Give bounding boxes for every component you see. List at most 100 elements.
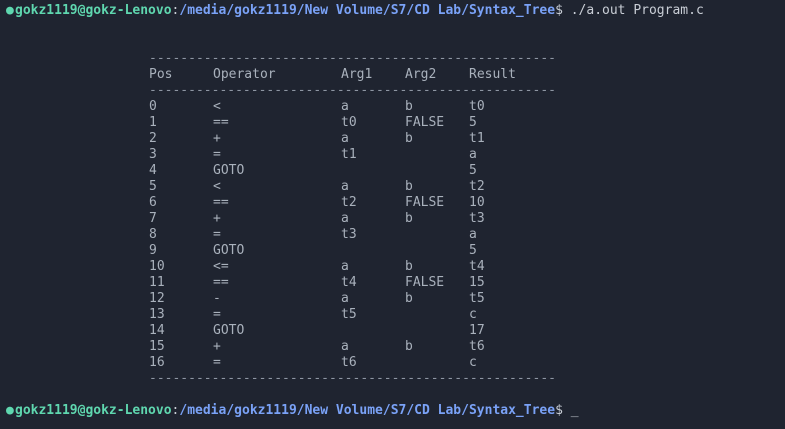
cell-pos: 10	[149, 259, 165, 274]
terminal-window[interactable]: ●gokz1119@gokz-Lenovo:/media/gokz1119/Ne…	[0, 0, 785, 429]
table-row: 9 GOTO 5	[149, 243, 549, 259]
cell-arg2: FALSE	[405, 195, 445, 210]
table-row: 12 - a b t5	[149, 291, 549, 307]
header-operator: Operator	[213, 67, 276, 82]
cell-operator: =	[213, 227, 221, 242]
cell-result: c	[469, 307, 477, 322]
cell-pos: 11	[149, 275, 165, 290]
cell-result: a	[469, 227, 477, 242]
header-arg1: Arg1	[341, 67, 373, 82]
cell-pos: 7	[149, 211, 157, 226]
cell-result: 5	[469, 163, 477, 178]
table-row: 5 < a b t2	[149, 179, 549, 195]
prompt-dollar: $	[555, 403, 563, 418]
cell-operator: ==	[213, 195, 229, 210]
cell-result: c	[469, 355, 477, 370]
prompt-indicator-icon: ●	[6, 3, 14, 18]
cell-result: a	[469, 147, 477, 162]
cell-arg1: t1	[341, 147, 357, 162]
cell-result: t1	[469, 131, 485, 146]
header-arg2: Arg2	[405, 67, 437, 82]
table-row: 2 + a b t1	[149, 131, 549, 147]
cell-pos: 1	[149, 115, 157, 130]
cell-arg1: a	[341, 259, 349, 274]
cell-pos: 14	[149, 323, 165, 338]
cell-pos: 4	[149, 163, 157, 178]
cell-operator: +	[213, 339, 221, 354]
cell-operator: +	[213, 211, 221, 226]
prompt-line-idle: ●gokz1119@gokz-Lenovo:/media/gokz1119/Ne…	[6, 403, 579, 419]
table-rule-top: ----------------------------------------…	[149, 51, 556, 66]
cell-arg2: b	[405, 211, 413, 226]
table-row: 6 == t2 FALSE 10	[149, 195, 549, 211]
table-row: 15 + a b t6	[149, 339, 549, 355]
prompt-path: /media/gokz1119/New Volume/S7/CD Lab/Syn…	[179, 403, 556, 418]
cell-arg2: b	[405, 131, 413, 146]
cell-result: t3	[469, 211, 485, 226]
cell-pos: 8	[149, 227, 157, 242]
cell-result: 5	[469, 115, 477, 130]
terminal-cursor[interactable]: _	[563, 403, 579, 418]
cell-pos: 16	[149, 355, 165, 370]
cell-arg1: t2	[341, 195, 357, 210]
cell-arg2: FALSE	[405, 115, 445, 130]
cell-result: t2	[469, 179, 485, 194]
cell-arg1: t0	[341, 115, 357, 130]
cell-result: t6	[469, 339, 485, 354]
cell-pos: 3	[149, 147, 157, 162]
cell-operator: +	[213, 131, 221, 146]
cell-result: 5	[469, 243, 477, 258]
cell-operator: ==	[213, 275, 229, 290]
cell-operator: =	[213, 147, 221, 162]
cell-operator: GOTO	[213, 163, 245, 178]
cell-pos: 15	[149, 339, 165, 354]
header-pos: Pos	[149, 67, 173, 82]
cell-result: t0	[469, 99, 485, 114]
cell-operator: =	[213, 355, 221, 370]
cell-arg2: b	[405, 339, 413, 354]
cell-arg2: FALSE	[405, 275, 445, 290]
cell-operator: GOTO	[213, 243, 245, 258]
cell-arg1: a	[341, 211, 349, 226]
cell-arg2: b	[405, 291, 413, 306]
cell-pos: 0	[149, 99, 157, 114]
cell-pos: 12	[149, 291, 165, 306]
prompt-user-host: gokz1119@gokz-Lenovo	[15, 3, 172, 18]
cell-operator: <=	[213, 259, 229, 274]
prompt-line-command: ●gokz1119@gokz-Lenovo:/media/gokz1119/Ne…	[6, 3, 704, 19]
table-row: 8 = t3 a	[149, 227, 549, 243]
command-text: ./a.out Program.c	[562, 3, 704, 18]
cell-operator: ==	[213, 115, 229, 130]
cell-arg1: a	[341, 179, 349, 194]
cell-pos: 6	[149, 195, 157, 210]
table-row: 16 = t6 c	[149, 355, 549, 371]
cell-result: 15	[469, 275, 485, 290]
cell-arg1: t4	[341, 275, 357, 290]
cell-pos: 13	[149, 307, 165, 322]
cell-arg1: a	[341, 131, 349, 146]
cell-operator: =	[213, 307, 221, 322]
cell-arg2: b	[405, 99, 413, 114]
cell-pos: 5	[149, 179, 157, 194]
cell-result: 10	[469, 195, 485, 210]
header-result: Result	[469, 67, 516, 82]
table-header-row: Pos Operator Arg1 Arg2 Result	[149, 67, 549, 83]
table-rule-bottom: ----------------------------------------…	[149, 371, 556, 386]
table-row: 11 == t4 FALSE 15	[149, 275, 549, 291]
table-row: 0 < a b t0	[149, 99, 549, 115]
cell-arg1: a	[341, 291, 349, 306]
cell-operator: -	[213, 291, 221, 306]
cell-pos: 9	[149, 243, 157, 258]
cell-operator: GOTO	[213, 323, 245, 338]
cell-arg1: t3	[341, 227, 357, 242]
cell-arg1: a	[341, 339, 349, 354]
cell-arg1: t5	[341, 307, 357, 322]
cell-pos: 2	[149, 131, 157, 146]
cell-arg2: b	[405, 259, 413, 274]
table-row: 7 + a b t3	[149, 211, 549, 227]
cell-operator: <	[213, 99, 221, 114]
table-row: 14 GOTO 17	[149, 323, 549, 339]
table-row: 10 <= a b t4	[149, 259, 549, 275]
table-rule-header: ----------------------------------------…	[149, 83, 556, 98]
prompt-indicator-icon: ●	[6, 403, 14, 418]
